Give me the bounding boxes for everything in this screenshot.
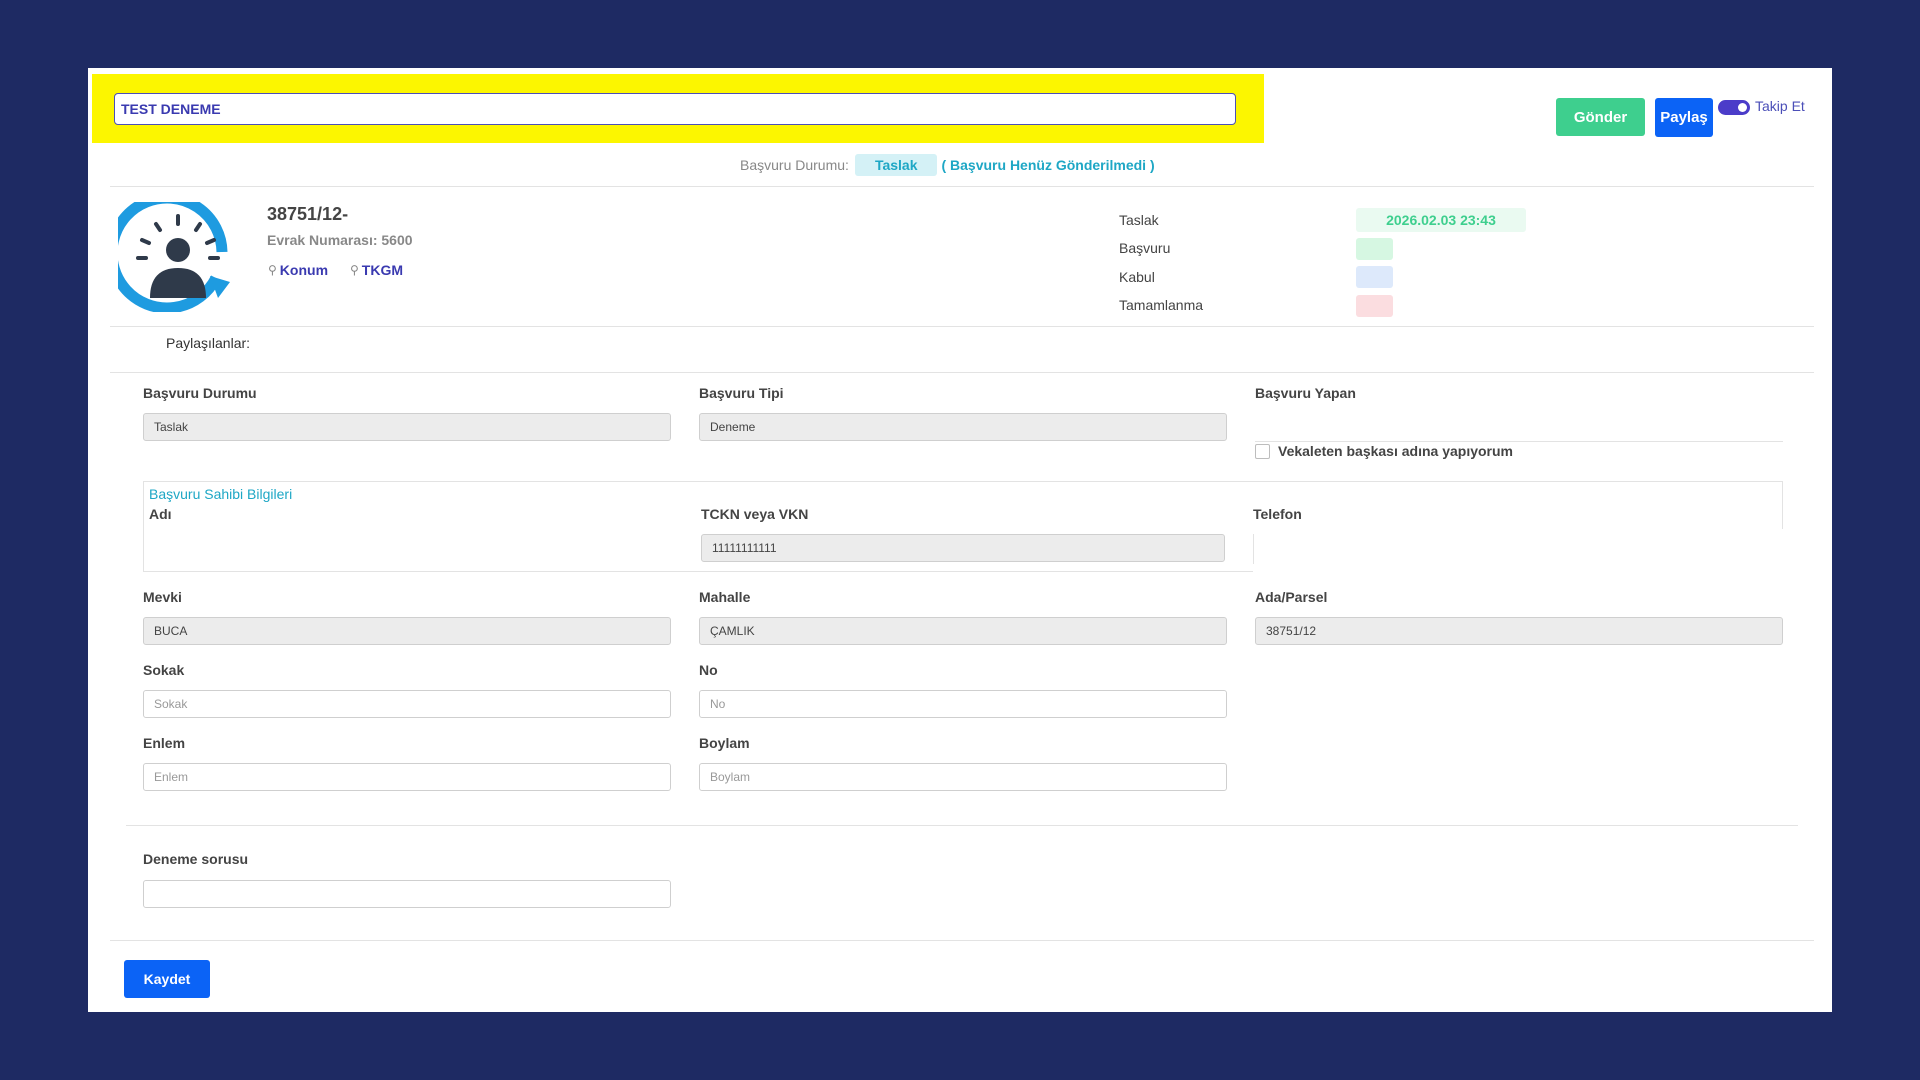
divider bbox=[126, 825, 1798, 826]
deneme-sorusu-input[interactable] bbox=[143, 880, 671, 908]
title-input[interactable] bbox=[114, 93, 1236, 125]
konum-link[interactable]: ⚲ Konum bbox=[268, 262, 328, 278]
status-note: ( Başvuru Henüz Gönderilmedi ) bbox=[941, 157, 1155, 173]
owner-section-bottom bbox=[143, 571, 1253, 572]
save-button[interactable]: Kaydet bbox=[124, 960, 210, 998]
basvuru-yapan-underline bbox=[1255, 441, 1783, 442]
record-number: 38751/12- bbox=[267, 204, 349, 224]
follow-label: Takip Et bbox=[1755, 98, 1805, 114]
telefon-field-edge bbox=[1253, 534, 1254, 564]
stage-chip-basvuru bbox=[1356, 238, 1393, 260]
proxy-checkbox-label: Vekaleten başkası adına yapıyorum bbox=[1278, 443, 1514, 459]
tkgm-link-label: TKGM bbox=[361, 262, 404, 278]
stage-label-kabul: Kabul bbox=[1119, 269, 1155, 285]
send-button[interactable]: Gönder bbox=[1556, 98, 1645, 136]
status-label: Başvuru Durumu: bbox=[740, 157, 849, 173]
tckn-label: TCKN veya VKN bbox=[701, 506, 809, 522]
mahalle-label: Mahalle bbox=[699, 589, 751, 605]
status-badge: Taslak bbox=[854, 154, 938, 176]
owner-section-top bbox=[143, 481, 1783, 482]
basvuru-yapan-label: Başvuru Yapan bbox=[1255, 385, 1356, 401]
no-input[interactable]: No bbox=[699, 690, 1227, 718]
divider bbox=[110, 186, 1814, 187]
sokak-input[interactable]: Sokak bbox=[143, 690, 671, 718]
boylam-input[interactable]: Boylam bbox=[699, 763, 1227, 791]
sokak-label: Sokak bbox=[143, 662, 185, 678]
enlem-input[interactable]: Enlem bbox=[143, 763, 671, 791]
basvuru-tipi-label: Başvuru Tipi bbox=[699, 385, 784, 401]
stage-chip-tamamlanma bbox=[1356, 295, 1393, 317]
deneme-sorusu-label: Deneme sorusu bbox=[143, 851, 249, 867]
tckn-field[interactable]: 11111111111 bbox=[701, 534, 1225, 562]
user-avatar-icon bbox=[106, 192, 238, 314]
divider bbox=[110, 372, 1814, 373]
basvuru-durumu-label: Başvuru Durumu bbox=[143, 385, 257, 401]
application-card: Gönder Paylaş Takip Et Başvuru Durumu: T… bbox=[88, 68, 1832, 1012]
follow-toggle[interactable] bbox=[1718, 100, 1750, 115]
stage-date-taslak: 2026.02.03 23:43 bbox=[1356, 208, 1526, 232]
status-line: Başvuru Durumu: Taslak ( Başvuru Henüz G… bbox=[740, 154, 1155, 176]
ada-parsel-label: Ada/Parsel bbox=[1255, 589, 1328, 605]
stage-label-basvuru: Başvuru bbox=[1119, 240, 1171, 256]
basvuru-tipi-field[interactable]: Deneme bbox=[699, 413, 1227, 441]
owner-section-title: Başvuru Sahibi Bilgileri bbox=[149, 486, 293, 502]
divider bbox=[110, 326, 1814, 327]
basvuru-durumu-field[interactable]: Taslak bbox=[143, 413, 671, 441]
divider bbox=[110, 940, 1814, 941]
mevki-label: Mevki bbox=[143, 589, 182, 605]
share-button[interactable]: Paylaş bbox=[1655, 98, 1713, 137]
owner-section-right bbox=[1782, 481, 1783, 529]
tkgm-link[interactable]: ⚲ TKGM bbox=[350, 262, 403, 278]
enlem-label: Enlem bbox=[143, 735, 186, 751]
telefon-label: Telefon bbox=[1253, 506, 1302, 522]
stage-label-taslak: Taslak bbox=[1119, 212, 1159, 228]
shared-label: Paylaşılanlar: bbox=[166, 335, 251, 351]
mevki-field[interactable]: BUCA bbox=[143, 617, 671, 645]
ada-parsel-field[interactable]: 38751/12 bbox=[1255, 617, 1783, 645]
owner-section-left bbox=[143, 481, 144, 571]
no-label: No bbox=[699, 662, 718, 678]
boylam-label: Boylam bbox=[699, 735, 750, 751]
konum-link-label: Konum bbox=[279, 262, 329, 278]
proxy-checkbox[interactable] bbox=[1255, 444, 1270, 459]
document-number: Evrak Numarası: 5600 bbox=[267, 232, 413, 248]
map-pin-icon: ⚲ bbox=[268, 263, 277, 277]
mahalle-field[interactable]: ÇAMLIK bbox=[699, 617, 1227, 645]
stage-label-tamamlanma: Tamamlanma bbox=[1119, 297, 1204, 313]
stage-chip-kabul bbox=[1356, 266, 1393, 288]
map-pin-icon: ⚲ bbox=[350, 263, 359, 277]
adi-label: Adı bbox=[149, 506, 172, 522]
